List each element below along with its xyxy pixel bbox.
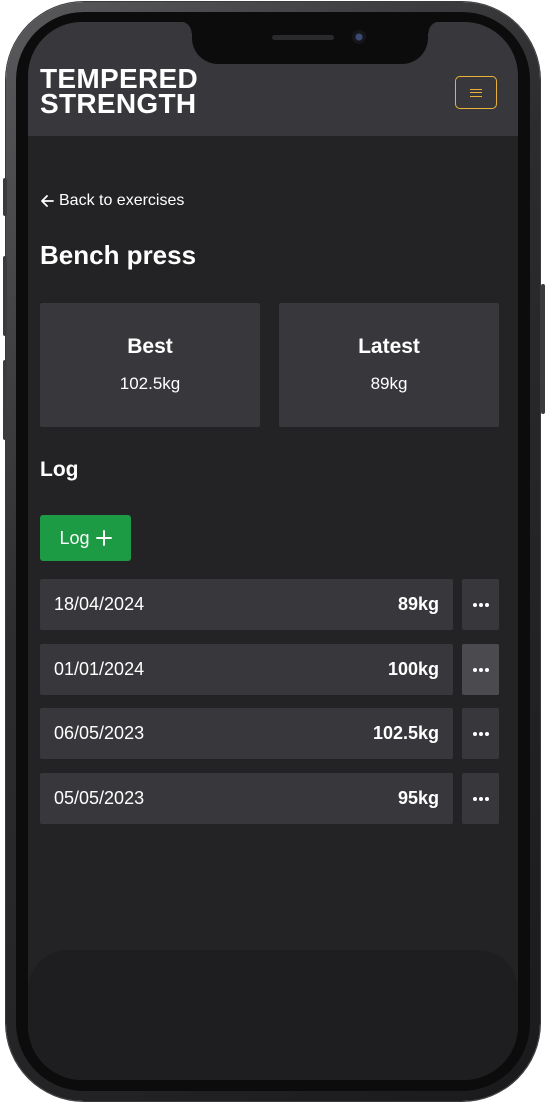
best-stat-card: Best 102.5kg bbox=[40, 303, 260, 427]
latest-label: Latest bbox=[358, 335, 420, 358]
more-horizontal-icon bbox=[472, 796, 477, 801]
menu-button[interactable] bbox=[455, 76, 497, 109]
more-dot bbox=[478, 667, 483, 672]
more-dot bbox=[478, 796, 483, 801]
back-to-exercises-link[interactable]: Back to exercises bbox=[40, 192, 184, 210]
more-dot bbox=[484, 602, 489, 607]
plus-icon bbox=[95, 530, 112, 546]
log-entry-row[interactable]: 01/01/2024 100kg bbox=[40, 644, 453, 695]
more-dot bbox=[484, 667, 489, 672]
latest-value: 89kg bbox=[370, 374, 408, 393]
log-entry-weight: 89kg bbox=[397, 594, 439, 614]
more-dot bbox=[484, 796, 489, 801]
more-dot bbox=[478, 602, 483, 607]
page-title: Bench press bbox=[40, 240, 197, 270]
log-entry-weight: 95kg bbox=[397, 788, 439, 808]
brand-line-2: STRENGTH bbox=[40, 88, 197, 119]
power-button bbox=[541, 284, 545, 414]
log-entry-date: 06/05/2023 bbox=[54, 723, 145, 743]
more-horizontal-icon bbox=[472, 602, 477, 607]
best-label: Best bbox=[127, 335, 173, 358]
volume-down-button bbox=[3, 360, 7, 440]
add-log-button[interactable]: Log bbox=[40, 515, 131, 561]
log-entry-row[interactable]: 18/04/2024 89kg bbox=[40, 579, 453, 630]
log-entry-row[interactable]: 05/05/2023 95kg bbox=[40, 773, 453, 824]
volume-up-button bbox=[3, 256, 7, 336]
more-dot bbox=[484, 731, 489, 736]
log-entry-more-button[interactable] bbox=[462, 579, 499, 630]
front-camera bbox=[352, 30, 366, 44]
log-entry-more-button[interactable] bbox=[462, 644, 499, 695]
hamburger-icon bbox=[470, 88, 482, 97]
log-entry-row[interactable]: 06/05/2023 102.5kg bbox=[40, 708, 453, 759]
notch bbox=[180, 22, 440, 64]
more-horizontal-icon bbox=[472, 731, 477, 736]
log-entry-date: 01/01/2024 bbox=[54, 659, 145, 679]
bottom-toolbar-area bbox=[28, 950, 518, 1080]
speaker bbox=[272, 35, 334, 40]
brand-logo[interactable]: TEMPERED STRENGTH bbox=[40, 65, 198, 119]
latest-stat-card: Latest 89kg bbox=[279, 303, 499, 427]
more-horizontal-icon bbox=[472, 667, 477, 672]
app-screen: TEMPERED STRENGTH Back to exercises Benc… bbox=[28, 22, 518, 1080]
best-value: 102.5kg bbox=[119, 374, 181, 393]
log-entry-date: 18/04/2024 bbox=[54, 594, 145, 614]
log-section-title: Log bbox=[40, 458, 79, 481]
log-entry-weight: 100kg bbox=[387, 659, 439, 679]
back-link-label: Back to exercises bbox=[59, 192, 185, 209]
log-entry-weight: 102.5kg bbox=[372, 723, 439, 743]
log-entry-date: 05/05/2023 bbox=[54, 788, 145, 808]
add-log-label: Log bbox=[59, 527, 90, 548]
arrow-left-icon bbox=[41, 195, 54, 207]
more-dot bbox=[478, 731, 483, 736]
log-entry-more-button[interactable] bbox=[462, 773, 499, 824]
log-entry-more-button[interactable] bbox=[462, 708, 499, 759]
mute-switch bbox=[3, 178, 7, 216]
